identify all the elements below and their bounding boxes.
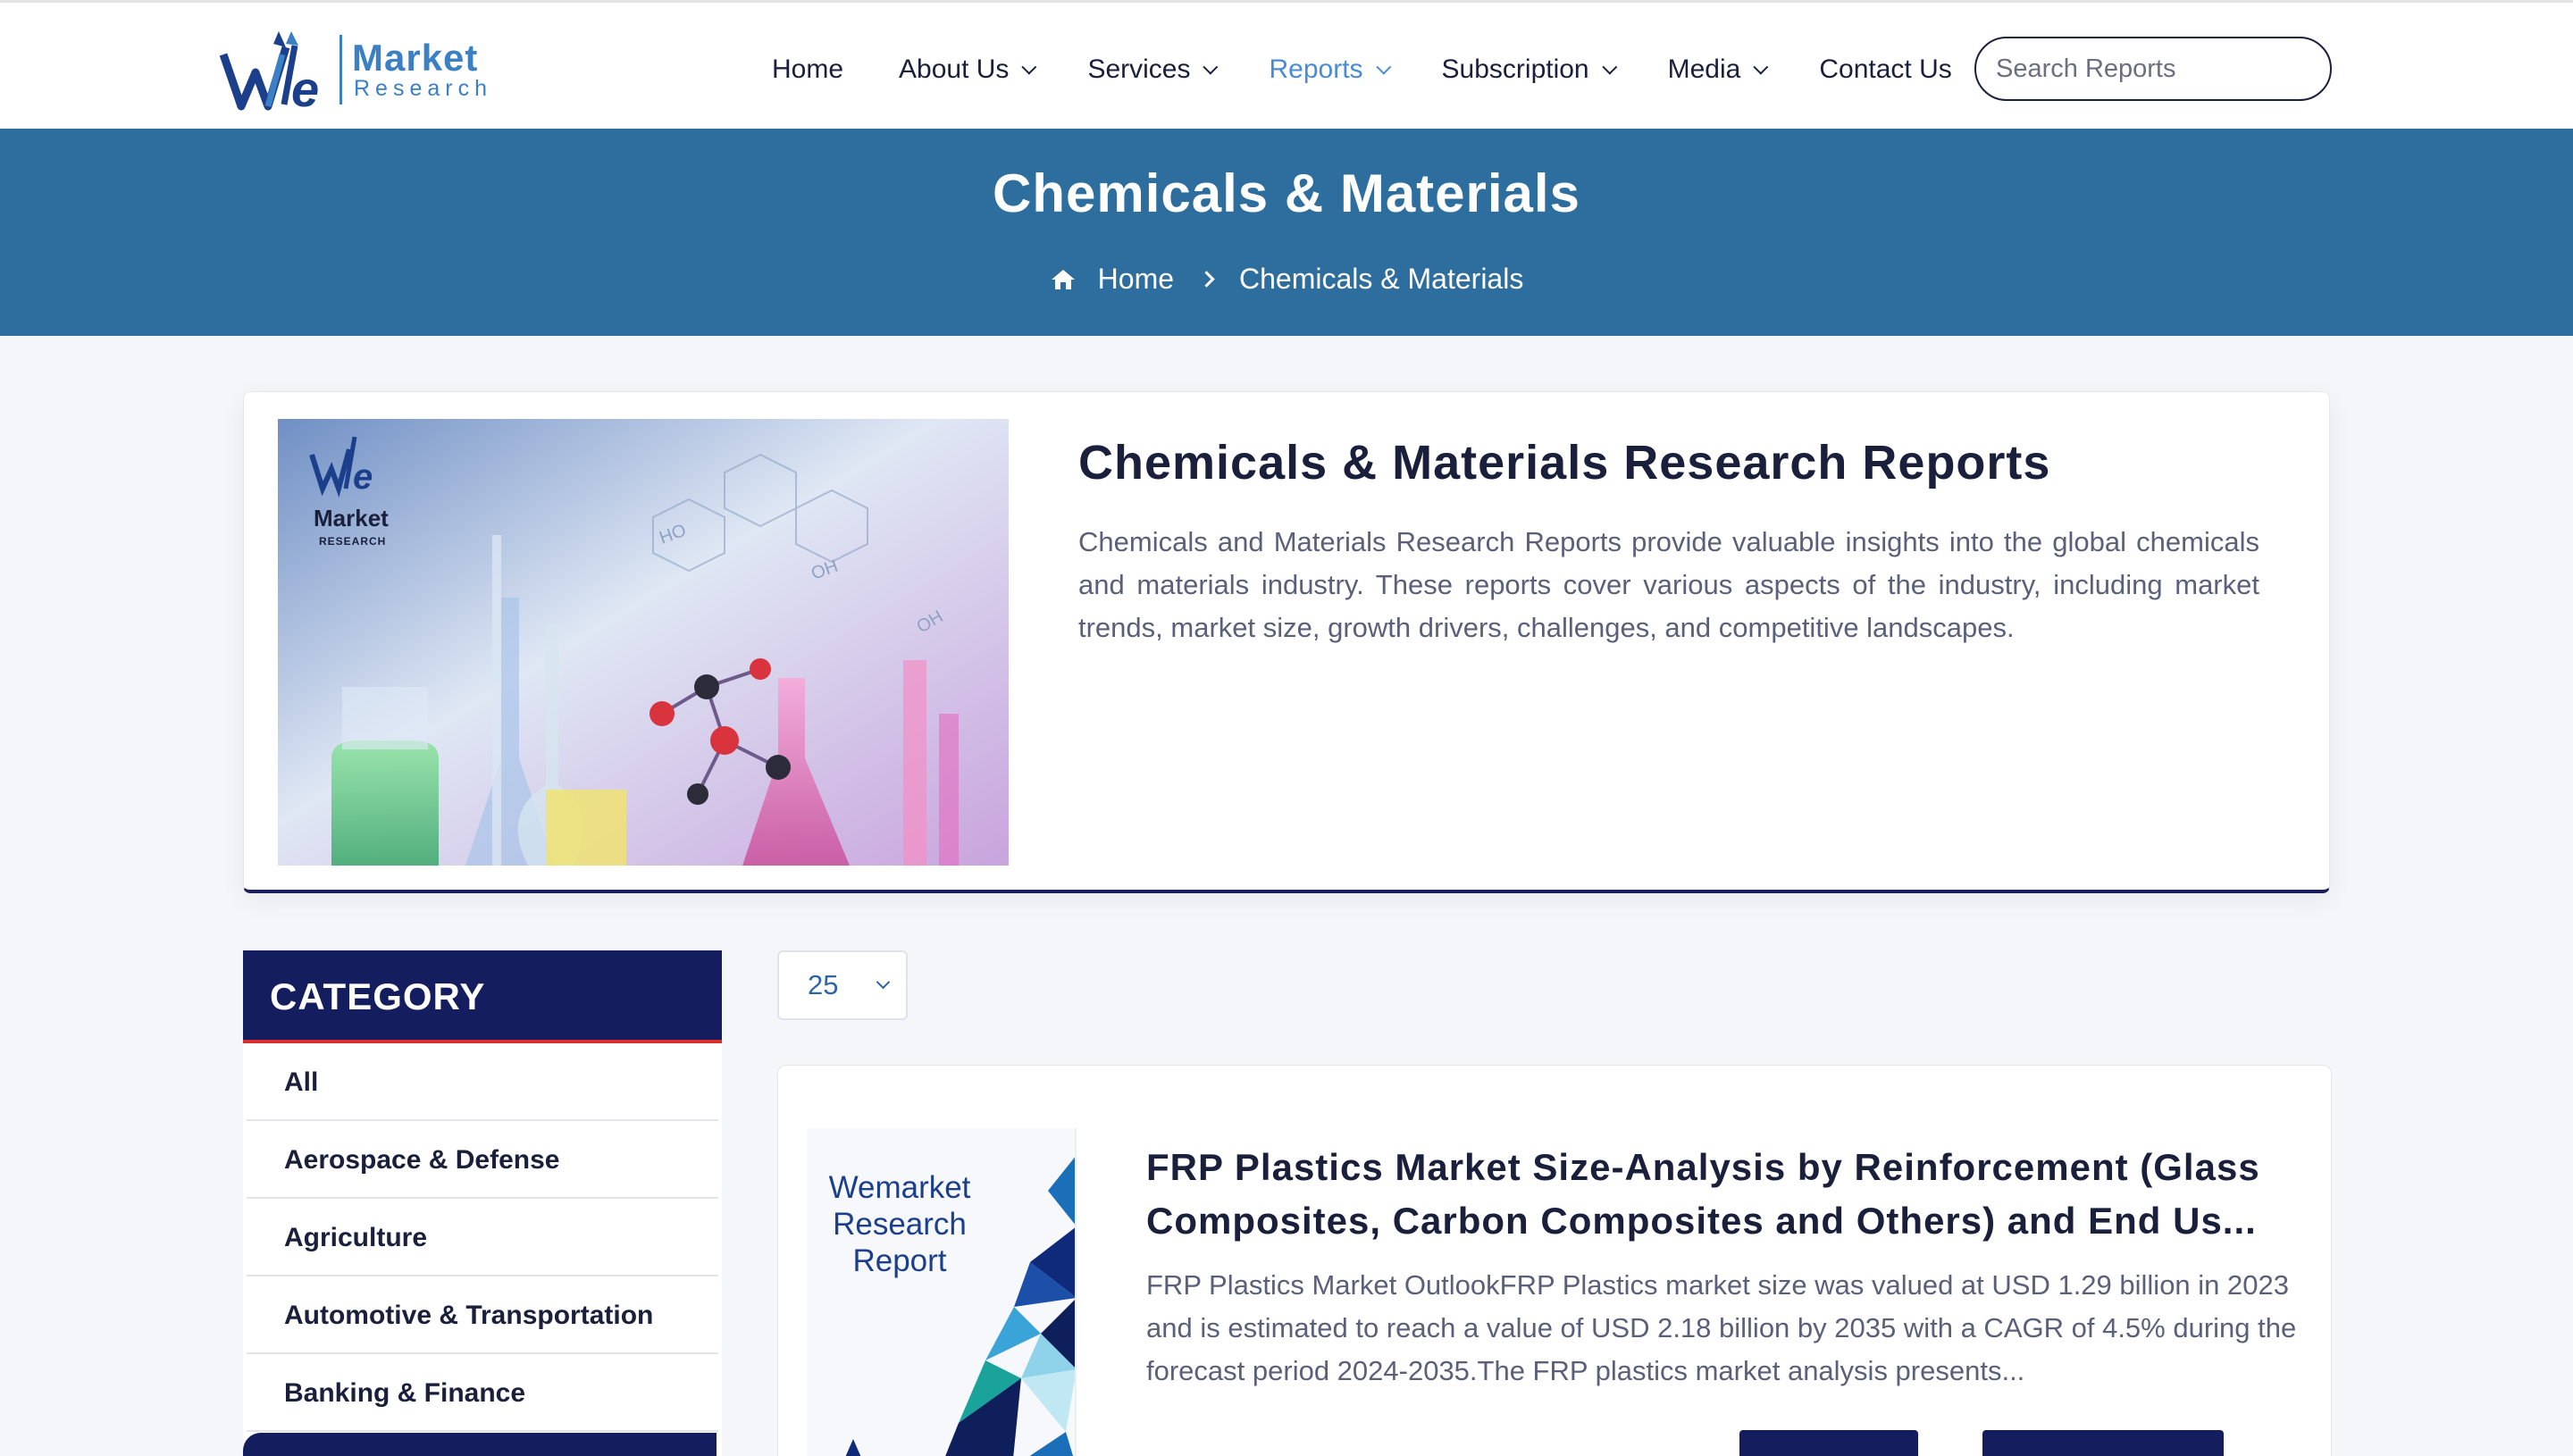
per-page-select[interactable]: 25 (777, 950, 908, 1020)
nav-subscription[interactable]: Subscription (1441, 54, 1617, 85)
category-sidebar: CATEGORY All Aerospace & Defense Agricul… (243, 950, 722, 1456)
nav-reports-label: Reports (1269, 54, 1363, 84)
report-action-button-secondary[interactable] (1982, 1430, 2224, 1456)
per-page-value: 25 (808, 969, 839, 1000)
lab-glassware-illustration: HO OH OH e (278, 419, 1009, 866)
site-logo[interactable]: e Market Research (220, 28, 488, 113)
sidebar-item-automotive-transportation[interactable]: Automotive & Transportation (247, 1276, 718, 1354)
nav-home[interactable]: Home (772, 54, 843, 85)
logo-text-main: Market (352, 37, 479, 79)
report-title[interactable]: FRP Plastics Market Size-Analysis by Rei… (1146, 1141, 2299, 1248)
report-cover[interactable]: Wemarket Research Report (807, 1128, 1077, 1456)
we-logo-icon: e (220, 31, 319, 113)
category-image: HO OH OH e Market RESEARCH (278, 419, 1009, 866)
report-cover-text: Wemarket Research Report (828, 1170, 971, 1278)
main-nav: Home About Us Services Reports Subscript… (772, 49, 2007, 90)
chevron-right-icon (1198, 271, 1215, 288)
category-intro-card: HO OH OH e Market RESEARCH Chemicals & M… (243, 391, 2330, 893)
nav-about-us[interactable]: About Us (899, 54, 1037, 85)
breadcrumb: Home Chemicals & Materials (0, 263, 2573, 296)
chevron-down-icon (1601, 59, 1617, 75)
sidebar-heading: CATEGORY (243, 950, 722, 1043)
sidebar-item-all[interactable]: All (247, 1043, 718, 1121)
chevron-down-icon (1203, 59, 1219, 75)
sidebar-item-aerospace-defense[interactable]: Aerospace & Defense (247, 1121, 718, 1199)
page-title: Chemicals & Materials (993, 163, 1580, 223)
sidebar-active-item[interactable] (243, 1433, 717, 1456)
home-icon (1051, 269, 1075, 289)
page-banner: Chemicals & Materials Home Chemicals & M… (0, 129, 2573, 336)
chevron-down-icon (1375, 59, 1391, 75)
report-card: Wemarket Research Report FRP Plastics Ma… (777, 1065, 2332, 1456)
nav-services-label: Services (1087, 54, 1191, 84)
site-header: e Market Research Home About Us Services… (0, 0, 2573, 129)
search-input[interactable] (1976, 38, 2330, 99)
report-action-button-primary[interactable] (1739, 1430, 1918, 1456)
chevron-down-icon (876, 975, 891, 990)
sidebar-item-banking-finance[interactable]: Banking & Finance (247, 1354, 718, 1432)
nav-reports[interactable]: Reports (1269, 54, 1391, 85)
chevron-down-icon (1021, 59, 1037, 75)
logo-text-sub: Research (354, 76, 492, 101)
intro-title: Chemicals & Materials Research Reports (1078, 436, 2051, 490)
image-logo-sub: RESEARCH (319, 535, 387, 548)
sidebar-item-agriculture[interactable]: Agriculture (247, 1199, 718, 1276)
intro-description: Chemicals and Materials Research Reports… (1078, 526, 2259, 643)
nav-about-us-label: About Us (899, 54, 1010, 84)
svg-text:e: e (291, 61, 319, 113)
breadcrumb-home[interactable]: Home (1098, 263, 1174, 296)
search-box (1974, 37, 2332, 101)
nav-home-label: Home (772, 54, 844, 84)
logo-divider (339, 35, 342, 105)
nav-subscription-label: Subscription (1441, 54, 1589, 84)
image-logo-main: Market (314, 505, 389, 531)
nav-media-label: Media (1667, 54, 1741, 84)
svg-text:e: e (353, 457, 373, 497)
breadcrumb-current: Chemicals & Materials (1239, 263, 1524, 295)
nav-contact-us-label: Contact Us (1819, 54, 1952, 84)
nav-contact-us[interactable]: Contact Us (1819, 54, 1951, 85)
nav-services[interactable]: Services (1087, 54, 1219, 85)
report-description: FRP Plastics Market OutlookFRP Plastics … (1146, 1269, 2297, 1386)
nav-media[interactable]: Media (1667, 54, 1769, 85)
chevron-down-icon (1753, 59, 1769, 75)
